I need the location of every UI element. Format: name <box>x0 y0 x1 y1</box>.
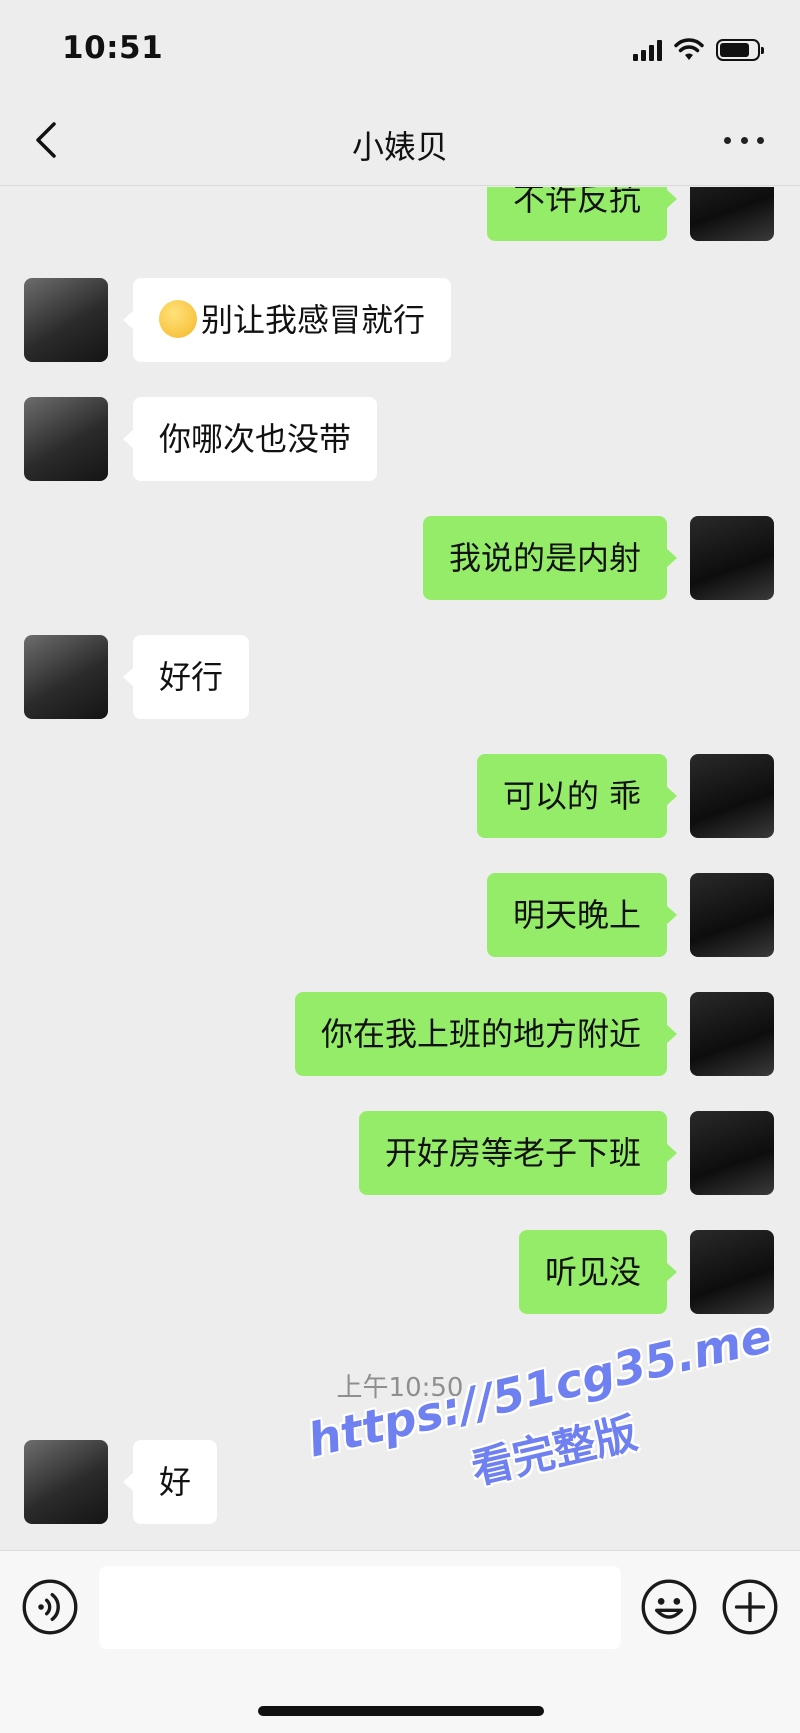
my-avatar[interactable] <box>690 1111 774 1195</box>
my-avatar[interactable] <box>690 516 774 600</box>
message-bubble[interactable]: 好行 <box>122 635 250 719</box>
message-sent: 明天晚上 <box>0 873 800 957</box>
message-text: 别让我感冒就行 <box>201 301 426 339</box>
message-sent: 不许反抗 <box>0 187 800 241</box>
status-icons <box>633 36 764 64</box>
my-avatar[interactable] <box>690 992 774 1076</box>
more-options-icon[interactable] <box>724 130 764 150</box>
message-received: 好行 <box>0 635 800 719</box>
my-avatar[interactable] <box>690 187 774 241</box>
contact-avatar[interactable] <box>24 278 108 362</box>
home-indicator[interactable] <box>258 1706 544 1716</box>
sad-face-emoji-icon <box>159 300 197 338</box>
plus-icon[interactable] <box>722 1579 778 1635</box>
message-received: 你哪次也没带 <box>0 397 800 481</box>
message-received: 别让我感冒就行 <box>0 278 800 362</box>
wifi-icon <box>674 38 704 60</box>
message-sent: 你在我上班的地方附近 <box>0 992 800 1076</box>
message-bubble[interactable]: 你哪次也没带 <box>122 397 378 481</box>
message-sent: 可以的 乖 <box>0 754 800 838</box>
contact-avatar[interactable] <box>24 1440 108 1524</box>
message-bubble[interactable]: 可以的 乖 <box>476 754 678 838</box>
status-time: 10:51 <box>62 30 164 66</box>
cellular-signal-icon <box>633 39 662 61</box>
battery-icon <box>716 39 764 61</box>
message-sent: 听见没 <box>0 1230 800 1314</box>
chat-title: 小婊贝 <box>351 128 448 166</box>
message-bubble[interactable]: 好 <box>122 1440 218 1524</box>
voice-input-icon[interactable] <box>22 1579 78 1635</box>
message-bubble[interactable]: 听见没 <box>518 1230 678 1314</box>
message-bubble[interactable]: 开好房等老子下班 <box>358 1111 678 1195</box>
status-bar: 10:51 <box>0 0 800 100</box>
my-avatar[interactable] <box>690 1230 774 1314</box>
contact-avatar[interactable] <box>24 635 108 719</box>
my-avatar[interactable] <box>690 873 774 957</box>
message-sent: 我说的是内射 <box>0 516 800 600</box>
chat-header: 小婊贝 <box>0 100 800 186</box>
my-avatar[interactable] <box>690 754 774 838</box>
contact-avatar[interactable] <box>24 397 108 481</box>
message-bubble[interactable]: 明天晚上 <box>486 873 678 957</box>
message-sent: 开好房等老子下班 <box>0 1111 800 1195</box>
message-bubble[interactable]: 我说的是内射 <box>422 516 678 600</box>
message-bubble[interactable]: 不许反抗 <box>486 187 678 241</box>
message-bubble[interactable]: 你在我上班的地方附近 <box>294 992 678 1076</box>
message-bubble[interactable]: 别让我感冒就行 <box>122 278 452 362</box>
emoji-icon[interactable] <box>641 1579 697 1635</box>
